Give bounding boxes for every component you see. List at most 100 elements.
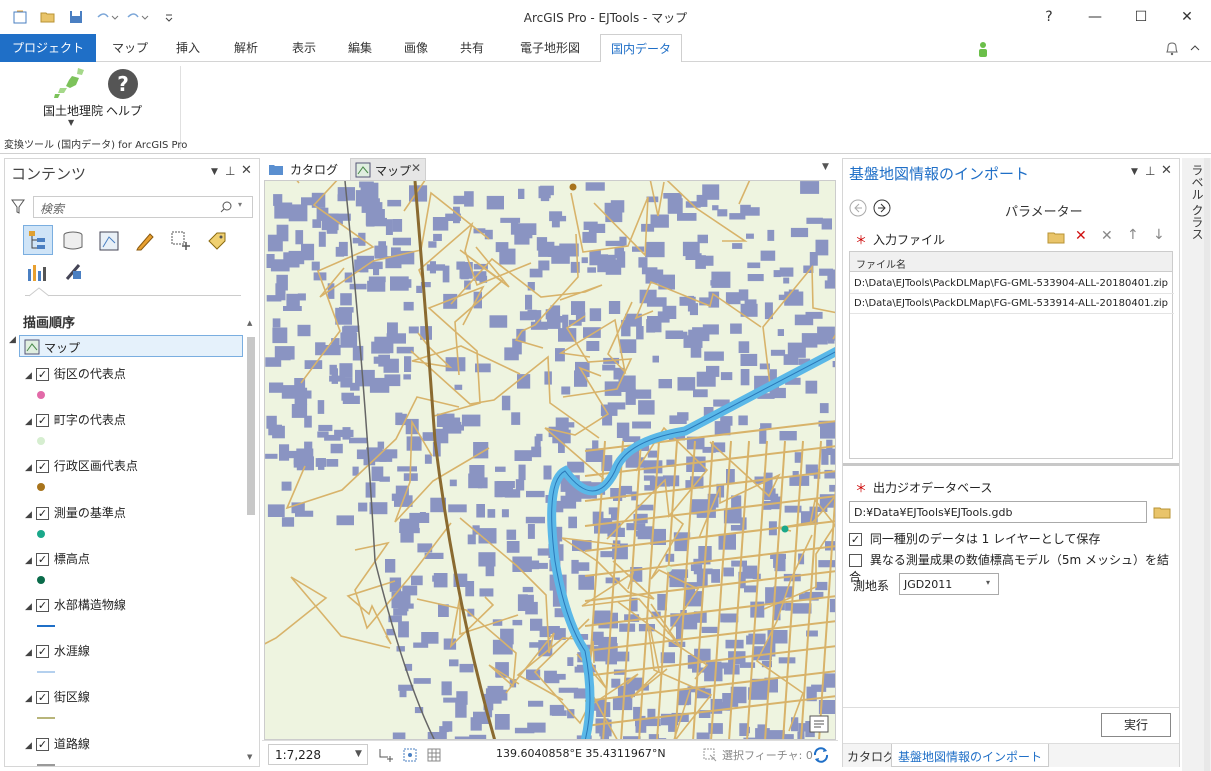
layer-expand-icon[interactable]: ◢ (25, 556, 32, 566)
layer-visibility-checkbox[interactable]: ✓ (35, 599, 49, 612)
output-browse-icon[interactable] (1153, 504, 1171, 520)
refresh-icon[interactable] (812, 746, 830, 764)
pin-icon[interactable]: ⊥ (225, 164, 235, 178)
tab-close-icon[interactable]: ✕ (411, 161, 421, 175)
user-icon[interactable] (976, 40, 990, 58)
tab-project[interactable]: プロジェクト (0, 34, 96, 62)
layer-visibility-checkbox[interactable]: ✓ (35, 507, 49, 520)
layer-expand-icon[interactable]: ◢ (25, 510, 32, 520)
tab-map-view[interactable]: マップ ✕ (350, 158, 426, 180)
filter-icon[interactable] (11, 199, 25, 215)
collapse-ribbon-icon[interactable] (1190, 44, 1200, 52)
back-icon[interactable] (849, 199, 867, 217)
layer-expand-icon[interactable]: ◢ (25, 602, 32, 612)
layer-expand-icon[interactable]: ◢ (25, 417, 32, 427)
list-by-snapping-icon[interactable] (169, 229, 193, 253)
layer-visibility-checkbox[interactable]: ✓ (35, 645, 49, 658)
help-button[interactable]: ? (1034, 6, 1064, 28)
layer-expand-icon[interactable]: ◢ (25, 463, 32, 473)
datum-select[interactable]: JGD2011 ▾ (899, 573, 999, 595)
help-ribbon-button[interactable]: ? ヘルプ (104, 66, 144, 118)
output-gdb-input[interactable]: D:¥Data¥EJTools¥EJTools.gdb (849, 501, 1147, 523)
bottom-tab-catalog[interactable]: カタログ (847, 748, 895, 765)
layer-row[interactable]: ◢ ✓ 標高点 (25, 550, 90, 567)
tab-insert[interactable]: 挿入 (162, 34, 214, 62)
tabs-menu-icon[interactable]: ▼ (822, 162, 829, 172)
layer-row[interactable]: ◢ ✓ 測量の基準点 (25, 504, 126, 521)
contents-scrollbar-thumb[interactable] (247, 337, 255, 515)
fixed-zoom-icon[interactable] (378, 747, 394, 763)
tab-share[interactable]: 共有 (446, 34, 498, 62)
list-by-charts-icon[interactable] (25, 261, 49, 283)
close-button[interactable]: ✕ (1172, 6, 1202, 28)
move-up-icon[interactable]: ↑ (1127, 227, 1139, 243)
tab-view[interactable]: 表示 (278, 34, 330, 62)
tab-imagery[interactable]: 画像 (390, 34, 442, 62)
remove-icon[interactable]: ✕ (1101, 228, 1113, 244)
layer-row[interactable]: ◢ ✓ 道路線 (25, 735, 90, 752)
map-expand-icon[interactable]: ◢ (9, 335, 16, 345)
geo-pane-menu-icon[interactable]: ▼ (1131, 167, 1138, 177)
layer-visibility-checkbox[interactable]: ✓ (35, 738, 49, 751)
tab-analysis[interactable]: 解析 (220, 34, 272, 62)
tab-map[interactable]: マップ (104, 34, 156, 62)
layer-visibility-checkbox[interactable]: ✓ (35, 414, 49, 427)
layer-expand-icon[interactable]: ◢ (25, 648, 32, 658)
search-input[interactable]: 検索 ▾ (33, 196, 253, 218)
map-overlay-menu-icon[interactable] (809, 715, 829, 733)
select-features-icon[interactable] (702, 747, 718, 763)
option-1-checkbox[interactable]: ✓ (849, 533, 862, 546)
layer-expand-icon[interactable]: ◢ (25, 694, 32, 704)
scale-select[interactable]: 1:7,228 ▼ (268, 744, 368, 765)
scroll-down-icon[interactable]: ▼ (247, 753, 252, 761)
layer-expand-icon[interactable]: ◢ (25, 371, 32, 381)
notification-icon[interactable] (1164, 40, 1180, 56)
layer-visibility-checkbox[interactable]: ✓ (35, 368, 49, 381)
list-by-editing-icon[interactable] (133, 229, 157, 253)
layer-visibility-checkbox[interactable]: ✓ (35, 553, 49, 566)
map-tree-item[interactable]: マップ (19, 335, 243, 357)
file-row[interactable]: D:\Data\EJTools\PackDLMap\FG-GML-533914-… (850, 294, 1174, 314)
browse-folder-icon[interactable] (1047, 229, 1065, 245)
minimize-button[interactable]: — (1080, 6, 1110, 28)
list-by-selection-icon[interactable] (97, 229, 121, 253)
geo-pin-icon[interactable]: ⊥ (1145, 164, 1155, 178)
tab-edit[interactable]: 編集 (334, 34, 386, 62)
tab-digital-topo[interactable]: 電子地形図 (508, 34, 592, 62)
layer-row[interactable]: ◢ ✓ 水涯線 (25, 642, 90, 659)
geo-close-icon[interactable]: ✕ (1161, 163, 1172, 178)
scroll-up-icon[interactable]: ▲ (247, 319, 252, 327)
option-save-single-layer[interactable]: ✓ 同一種別のデータは 1 レイヤーとして保存 (849, 530, 1100, 547)
run-button[interactable]: 実行 (1101, 713, 1171, 737)
window-scrollbar[interactable] (1204, 158, 1210, 771)
forward-icon[interactable] (873, 199, 891, 217)
grid-icon[interactable] (426, 747, 442, 763)
tab-domestic-data[interactable]: 国内データ (600, 34, 682, 63)
list-by-labeling-icon[interactable] (205, 229, 229, 253)
list-by-drawing-order-button[interactable] (23, 225, 53, 255)
file-row[interactable]: D:\Data\EJTools\PackDLMap\FG-GML-533904-… (850, 274, 1174, 294)
bottom-tab-geoprocessing[interactable]: 基盤地図情報のインポート (891, 744, 1050, 767)
option-2-checkbox[interactable] (849, 554, 862, 567)
layer-row[interactable]: ◢ ✓ 水部構造物線 (25, 596, 126, 613)
gsi-button[interactable]: 国土地理院 ▼ (38, 66, 108, 127)
layer-row[interactable]: ◢ ✓ 街区の代表点 (25, 365, 126, 382)
search-options-icon[interactable]: ▾ (238, 200, 242, 209)
map-canvas[interactable] (264, 180, 836, 740)
grid-snap-icon[interactable] (402, 747, 418, 763)
layer-visibility-checkbox[interactable]: ✓ (35, 691, 49, 704)
layer-row[interactable]: ◢ ✓ 街区線 (25, 688, 90, 705)
pane-menu-icon[interactable]: ▼ (211, 167, 218, 177)
layer-row[interactable]: ◢ ✓ 行政区画代表点 (25, 457, 138, 474)
list-by-source-icon[interactable] (61, 229, 85, 253)
layer-visibility-checkbox[interactable]: ✓ (35, 460, 49, 473)
layer-row[interactable]: ◢ ✓ 町字の代表点 (25, 411, 126, 428)
list-by-perspective-icon[interactable] (61, 261, 85, 283)
maximize-button[interactable]: ☐ (1126, 6, 1156, 28)
remove-red-icon[interactable]: ✕ (1075, 228, 1087, 244)
layer-expand-icon[interactable]: ◢ (25, 741, 32, 751)
move-down-icon[interactable]: ↓ (1153, 227, 1165, 243)
pane-splitter[interactable] (843, 463, 1179, 466)
search-icon[interactable] (220, 201, 232, 213)
pane-close-icon[interactable]: ✕ (241, 163, 252, 178)
